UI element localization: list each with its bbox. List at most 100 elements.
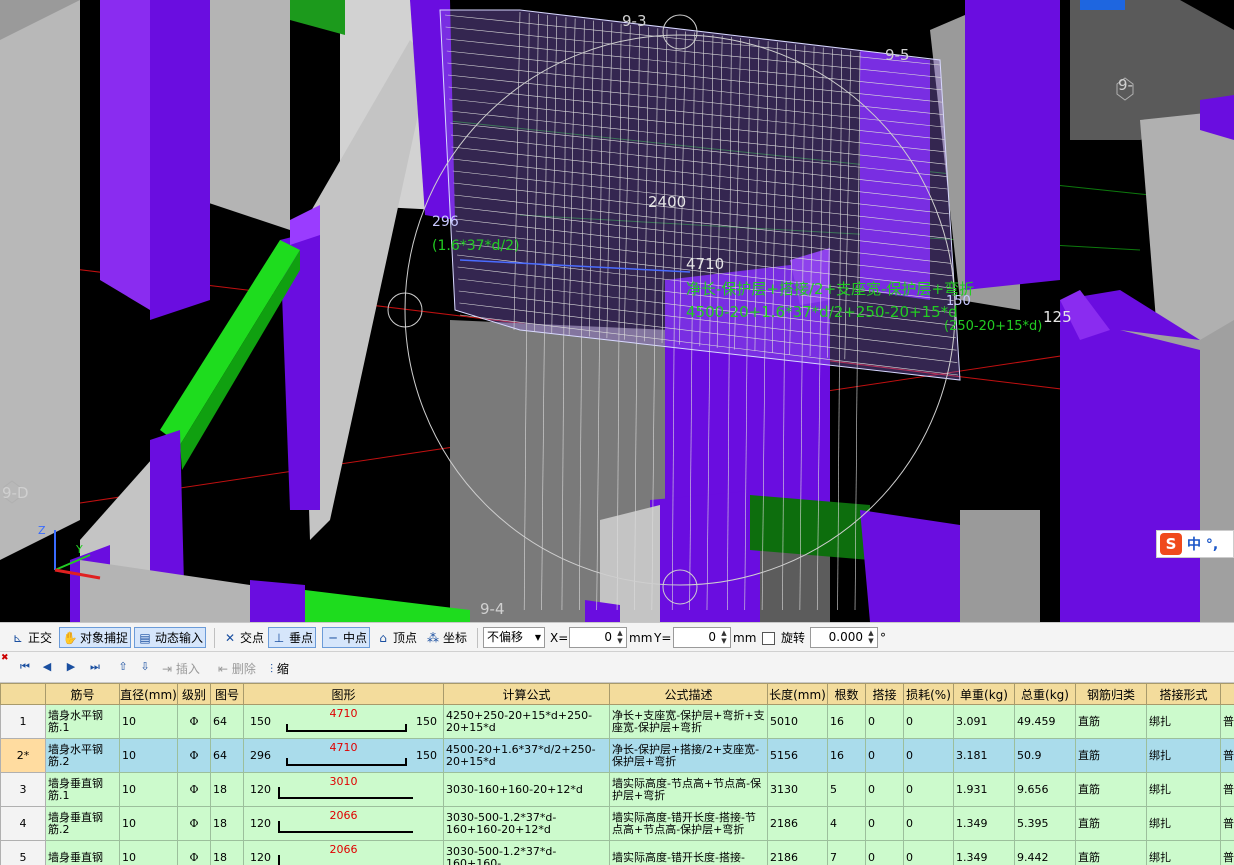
length-cell[interactable]: 2186 [767, 840, 828, 865]
prev-record-icon[interactable]: ◀ [40, 660, 54, 674]
category-cell[interactable]: 直筋 [1075, 840, 1147, 865]
category-cell[interactable]: 直筋 [1075, 738, 1147, 773]
total-weight-cell[interactable]: 9.442 [1014, 840, 1076, 865]
header-cell[interactable]: 直径(mm) [119, 683, 178, 705]
extra-cell[interactable]: 普 [1220, 738, 1234, 773]
shape-cell[interactable]: 120 2066 [243, 806, 444, 841]
formula-desc-cell[interactable]: 净长+支座宽-保护层+弯折+支座宽-保护层+弯折 [609, 704, 768, 739]
formula-desc-cell[interactable]: 净长-保护层+搭接/2+支座宽-保护层+弯折 [609, 738, 768, 773]
diameter-cell[interactable]: 10 [119, 738, 178, 773]
extra-cell[interactable]: 普 [1220, 840, 1234, 865]
header-cell[interactable]: 筋号 [45, 683, 120, 705]
header-cell[interactable]: 长度(mm) [767, 683, 828, 705]
lap-type-cell[interactable]: 绑扎 [1146, 772, 1221, 807]
total-weight-cell[interactable]: 9.656 [1014, 772, 1076, 807]
bar-name-cell[interactable]: 墙身垂直钢 [45, 840, 120, 865]
total-weight-cell[interactable]: 50.9 [1014, 738, 1076, 773]
rotate-spin-icon[interactable]: ▲ ▼ [866, 629, 876, 646]
unit-weight-cell[interactable]: 1.349 [953, 806, 1015, 841]
shape-cell[interactable]: 150 4710 150 [243, 704, 444, 739]
loss-cell[interactable]: 0 [903, 772, 954, 807]
header-cell[interactable]: 计算公式 [443, 683, 610, 705]
diameter-cell[interactable]: 10 [119, 772, 178, 807]
offset-select[interactable]: 不偏移 ▼ [483, 627, 545, 648]
zoom-button[interactable]: ⫶ 缩 [270, 660, 289, 677]
diameter-cell[interactable]: 10 [119, 806, 178, 841]
midpoint-button[interactable]: ─ 中点 [322, 627, 371, 648]
header-cell[interactable]: 级别 [177, 683, 211, 705]
count-cell[interactable]: 7 [827, 840, 866, 865]
total-weight-cell[interactable]: 5.395 [1014, 806, 1076, 841]
extra-cell[interactable]: 普 [1220, 806, 1234, 841]
bar-name-cell[interactable]: 墙身水平钢筋.1 [45, 704, 120, 739]
lap-type-cell[interactable]: 绑扎 [1146, 704, 1221, 739]
table-row[interactable]: 3 墙身垂直钢筋.1 10 Φ 18 120 3010 3030-160+160… [0, 772, 1234, 807]
first-record-icon[interactable]: ⏮ [18, 660, 32, 674]
rebar-table[interactable]: 筋号 直径(mm) 级别 图号 图形 计算公式 公式描述 长度(mm) 根数 搭… [0, 683, 1234, 865]
lap-type-cell[interactable]: 绑扎 [1146, 806, 1221, 841]
total-weight-cell[interactable]: 49.459 [1014, 704, 1076, 739]
insert-button[interactable]: ⇥ 插入 [162, 660, 200, 677]
loss-cell[interactable]: 0 [903, 704, 954, 739]
table-row[interactable]: 2* 墙身水平钢筋.2 10 Φ 64 296 4710 150 4500-20… [0, 738, 1234, 773]
lap-cell[interactable]: 0 [865, 772, 904, 807]
row-number[interactable]: 5 [0, 840, 46, 865]
lap-type-cell[interactable]: 绑扎 [1146, 840, 1221, 865]
count-cell[interactable]: 5 [827, 772, 866, 807]
grade-cell[interactable]: Φ [177, 806, 211, 841]
x-offset-input[interactable]: 0 ▲ ▼ [569, 627, 627, 648]
category-cell[interactable]: 直筋 [1075, 772, 1147, 807]
header-cell[interactable]: 图号 [210, 683, 244, 705]
diameter-cell[interactable]: 10 [119, 840, 178, 865]
category-cell[interactable]: 直筋 [1075, 806, 1147, 841]
bar-name-cell[interactable]: 墙身垂直钢筋.2 [45, 806, 120, 841]
lap-cell[interactable]: 0 [865, 738, 904, 773]
loss-cell[interactable]: 0 [903, 840, 954, 865]
header-cell[interactable]: 单重(kg) [953, 683, 1015, 705]
rotate-checkbox[interactable] [762, 632, 775, 645]
shape-cell[interactable]: 120 3010 [243, 772, 444, 807]
unit-weight-cell[interactable]: 3.091 [953, 704, 1015, 739]
grade-cell[interactable]: Φ [177, 840, 211, 865]
formula-cell[interactable]: 3030-500-1.2*37*d-160+160- [443, 840, 610, 865]
figure-no-cell[interactable]: 18 [210, 840, 244, 865]
bar-name-cell[interactable]: 墙身水平钢筋.2 [45, 738, 120, 773]
count-cell[interactable]: 16 [827, 738, 866, 773]
loss-cell[interactable]: 0 [903, 738, 954, 773]
ime-indicator[interactable]: S 中 °, [1156, 530, 1234, 558]
grade-cell[interactable]: Φ [177, 772, 211, 807]
shape-cell[interactable]: 120 2066 [243, 840, 444, 865]
intersection-button[interactable]: ✕ 交点 [222, 627, 264, 648]
figure-no-cell[interactable]: 18 [210, 806, 244, 841]
extra-cell[interactable]: 普 [1220, 772, 1234, 807]
lap-cell[interactable]: 0 [865, 840, 904, 865]
x-spin-icon[interactable]: ▲ ▼ [615, 629, 625, 646]
table-row[interactable]: 1 墙身水平钢筋.1 10 Φ 64 150 4710 150 4250+250… [0, 704, 1234, 739]
header-cell[interactable]: 图形 [243, 683, 444, 705]
length-cell[interactable]: 5010 [767, 704, 828, 739]
object-snap-button[interactable]: ✋ 对象捕捉 [59, 627, 132, 648]
count-cell[interactable]: 16 [827, 704, 866, 739]
grade-cell[interactable]: Φ [177, 738, 211, 773]
length-cell[interactable]: 5156 [767, 738, 828, 773]
figure-no-cell[interactable]: 64 [210, 738, 244, 773]
move-down-icon[interactable]: ⇩ [138, 660, 152, 674]
count-cell[interactable]: 4 [827, 806, 866, 841]
next-record-icon[interactable]: ▶ [64, 660, 78, 674]
category-cell[interactable]: 直筋 [1075, 704, 1147, 739]
3d-viewport[interactable]: 9-3 9-5 9- 9-D 9-4 2400 296 (1.6*37*d/2)… [0, 0, 1234, 622]
row-number[interactable]: 1 [0, 704, 46, 739]
formula-cell[interactable]: 4250+250-20+15*d+250-20+15*d [443, 704, 610, 739]
extra-cell[interactable]: 普 [1220, 704, 1234, 739]
header-cell[interactable]: 搭接 [865, 683, 904, 705]
rotate-input[interactable]: 0.000 ▲ ▼ [810, 627, 878, 648]
formula-cell[interactable]: 3030-500-1.2*37*d-160+160-20+12*d [443, 806, 610, 841]
header-cell[interactable]: 损耗(%) [903, 683, 954, 705]
figure-no-cell[interactable]: 64 [210, 704, 244, 739]
delete-button[interactable]: ⇤ 删除 [218, 660, 256, 677]
header-cell[interactable]: 搭接形式 [1146, 683, 1221, 705]
figure-no-cell[interactable]: 18 [210, 772, 244, 807]
formula-cell[interactable]: 3030-160+160-20+12*d [443, 772, 610, 807]
diameter-cell[interactable]: 10 [119, 704, 178, 739]
lap-type-cell[interactable]: 绑扎 [1146, 738, 1221, 773]
